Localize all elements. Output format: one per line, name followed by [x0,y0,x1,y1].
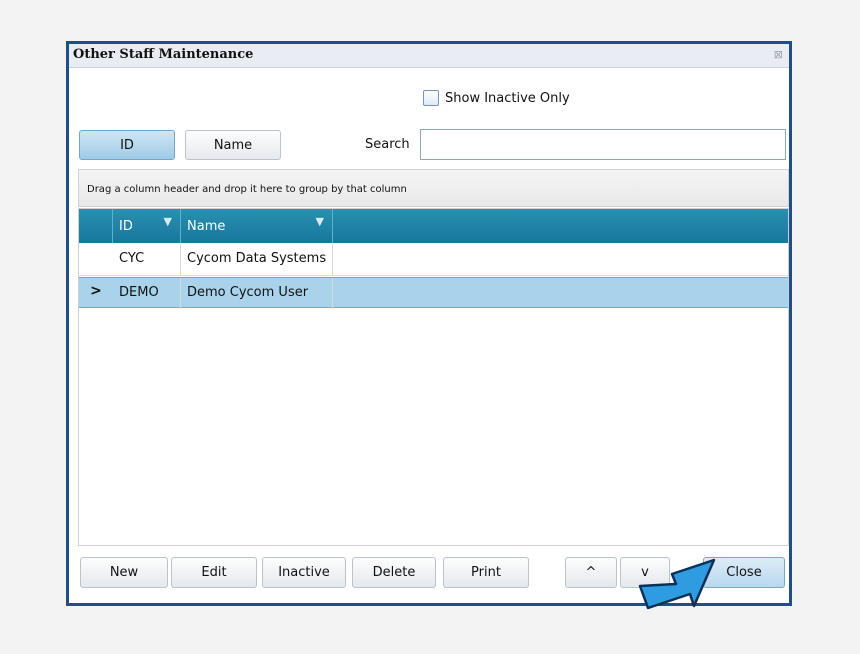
print-button[interactable]: Print [443,557,529,588]
cell-name: Demo Cycom User [181,278,333,309]
cell-name: Cycom Data Systems [181,244,333,275]
staff-grid: ID ▼ Name ▼ CYC Cycom Data Systems > DEM… [78,208,789,546]
cell-id: CYC [113,244,181,275]
show-inactive-checkbox[interactable] [423,90,439,106]
show-inactive-toggle[interactable]: Show Inactive Only [423,90,570,106]
row-indicator: > [90,283,102,299]
group-by-hint: Drag a column header and drop it here to… [87,184,407,195]
title-bar: Other Staff Maintenance ⊠ [69,44,789,68]
column-header-name-label: Name [187,219,226,234]
staff-maintenance-window: Other Staff Maintenance ⊠ Show Inactive … [66,41,792,606]
column-header-name[interactable]: Name ▼ [181,209,333,243]
new-button[interactable]: New [80,557,168,588]
search-input[interactable] [420,129,786,160]
show-inactive-label: Show Inactive Only [445,90,570,106]
header-indicator-cell [79,209,113,243]
delete-button[interactable]: Delete [352,557,436,588]
inactive-button[interactable]: Inactive [262,557,346,588]
funnel-icon[interactable]: ▼ [164,215,172,228]
search-by-id-button[interactable]: ID [79,130,175,160]
funnel-icon[interactable]: ▼ [316,215,324,228]
edit-button[interactable]: Edit [171,557,257,588]
window-title: Other Staff Maintenance [73,47,254,62]
arrow-pointer-icon [638,558,716,610]
search-by-name-button[interactable]: Name [185,130,281,160]
row-divider [79,275,788,276]
grid-header: ID ▼ Name ▼ [79,209,788,243]
move-up-button[interactable]: ^ [565,557,617,588]
cell-id: DEMO [113,278,181,309]
group-by-panel[interactable]: Drag a column header and drop it here to… [78,169,789,207]
column-header-id-label: ID [119,219,133,234]
column-header-id[interactable]: ID ▼ [113,209,181,243]
table-row-selected[interactable]: > DEMO Demo Cycom User [79,277,788,309]
table-row[interactable]: CYC Cycom Data Systems [79,244,788,275]
search-label: Search [365,137,410,152]
close-icon[interactable]: ⊠ [774,48,783,61]
